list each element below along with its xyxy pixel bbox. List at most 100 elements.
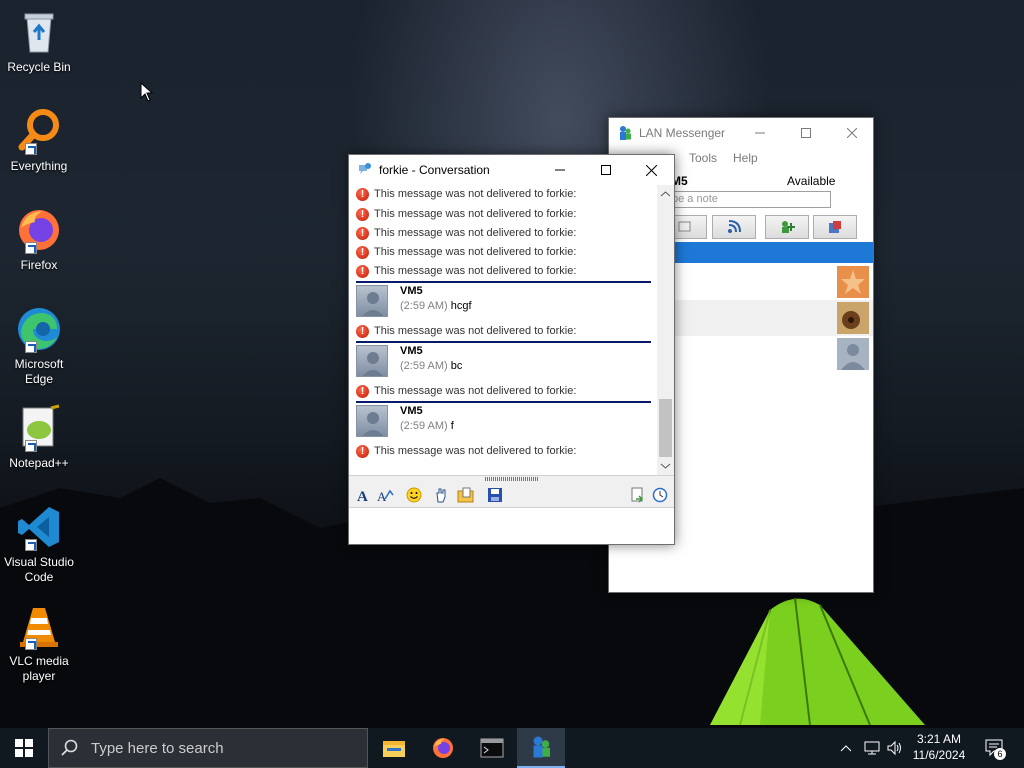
message-sender: VM5 bbox=[400, 285, 423, 297]
delivery-error-row: ! This message was not delivered to fork… bbox=[356, 205, 576, 223]
conversation-window[interactable]: forkie - Conversation ! This message was… bbox=[348, 154, 675, 545]
desktop-icon-notepadpp[interactable]: Notepad++ bbox=[2, 404, 76, 471]
broadcast-icon bbox=[728, 220, 741, 233]
send-file-button[interactable] bbox=[456, 486, 476, 504]
tent-image bbox=[710, 597, 925, 726]
clock-date: 11/6/2024 bbox=[912, 748, 966, 762]
scroll-up-icon[interactable] bbox=[657, 187, 674, 201]
message-block: VM5 (2:59 AM) hcgf bbox=[356, 283, 651, 325]
error-icon: ! bbox=[356, 324, 369, 338]
transfers-button[interactable] bbox=[627, 486, 647, 504]
delivery-error-text: This message was not delivered to forkie… bbox=[374, 246, 577, 258]
message-line: (2:59 AM) hcgf bbox=[400, 300, 472, 312]
taskbar-terminal[interactable] bbox=[468, 728, 516, 768]
close-button[interactable] bbox=[628, 155, 674, 185]
folder-icon bbox=[383, 741, 405, 757]
taskbar-file-explorer[interactable] bbox=[370, 728, 418, 768]
search-placeholder: Type here to search bbox=[91, 739, 224, 757]
lan-messenger-titlebar[interactable]: LAN Messenger bbox=[609, 118, 873, 148]
delivery-error-text: This message was not delivered to forkie… bbox=[374, 385, 577, 397]
desktop-icon-recycle-bin[interactable]: Recycle Bin bbox=[2, 8, 76, 75]
menu-help[interactable]: Help bbox=[733, 151, 758, 165]
svg-text:A: A bbox=[377, 489, 387, 503]
font-color-icon: A bbox=[377, 489, 394, 503]
desktop-icon-vlc[interactable]: VLC media player bbox=[2, 602, 76, 684]
maximize-icon bbox=[801, 128, 811, 138]
taskbar-search-box[interactable]: Type here to search bbox=[48, 728, 368, 768]
error-icon: ! bbox=[356, 444, 369, 458]
delivery-error-row: ! This message was not delivered to fork… bbox=[356, 382, 576, 400]
notification-center-button[interactable]: 6 bbox=[980, 728, 1010, 768]
tray-overflow-button[interactable] bbox=[836, 728, 856, 768]
maximize-button[interactable] bbox=[783, 118, 829, 148]
font-button[interactable]: A bbox=[353, 486, 373, 504]
font-icon: A bbox=[357, 489, 368, 503]
delivery-error-text: This message was not delivered to forkie… bbox=[374, 265, 577, 277]
message-scrollbar[interactable] bbox=[657, 185, 674, 475]
history-button[interactable] bbox=[650, 486, 670, 504]
close-icon bbox=[645, 164, 657, 176]
everything-search-icon bbox=[15, 107, 63, 155]
desktop-icon-everything[interactable]: Everything bbox=[2, 107, 76, 174]
search-icon bbox=[61, 739, 78, 756]
maximize-icon bbox=[601, 165, 611, 175]
emoticon-button[interactable] bbox=[404, 486, 424, 504]
desktop-icon-microsoft-edge[interactable]: Microsoft Edge bbox=[2, 305, 76, 387]
error-icon: ! bbox=[356, 245, 369, 259]
conversation-titlebar[interactable]: forkie - Conversation bbox=[349, 155, 674, 185]
avatar bbox=[837, 302, 869, 334]
message-text: bc bbox=[450, 360, 463, 372]
error-icon: ! bbox=[356, 187, 369, 201]
taskbar-lan-messenger[interactable] bbox=[517, 728, 565, 768]
message-time: (2:59 AM) bbox=[400, 360, 448, 372]
lan-note-input[interactable]: pe a note bbox=[667, 191, 831, 208]
message-time: (2:59 AM) bbox=[400, 300, 448, 312]
desktop-icon-label: Microsoft Edge bbox=[14, 357, 64, 386]
nudge-button[interactable] bbox=[431, 486, 451, 504]
desktop-icon-vscode[interactable]: Visual Studio Code bbox=[2, 503, 76, 585]
menu-tools[interactable]: Tools bbox=[689, 151, 717, 165]
close-button[interactable] bbox=[829, 118, 875, 148]
message-history[interactable]: ! This message was not delivered to fork… bbox=[349, 185, 674, 475]
minimize-button[interactable] bbox=[537, 155, 583, 185]
shortcut-arrow-icon bbox=[25, 440, 37, 452]
start-button[interactable] bbox=[0, 728, 48, 768]
edge-icon bbox=[15, 305, 63, 353]
svg-text:A: A bbox=[357, 489, 368, 503]
minimize-icon bbox=[555, 169, 565, 171]
shortcut-arrow-icon bbox=[25, 143, 37, 155]
maximize-button[interactable] bbox=[583, 155, 629, 185]
clock-time: 3:21 AM bbox=[916, 732, 962, 746]
document-arrow-icon bbox=[631, 487, 644, 503]
message-input[interactable] bbox=[349, 508, 674, 544]
avatar bbox=[837, 266, 869, 298]
splitter-grip[interactable] bbox=[485, 477, 539, 481]
avatar bbox=[356, 345, 388, 377]
font-color-button[interactable]: A bbox=[375, 486, 395, 504]
save-button[interactable] bbox=[485, 486, 505, 504]
desktop-icon-firefox[interactable]: Firefox bbox=[2, 206, 76, 273]
folder-file-icon bbox=[457, 487, 474, 503]
error-icon: ! bbox=[356, 226, 369, 240]
delivery-error-text: This message was not delivered to forkie… bbox=[374, 227, 577, 239]
notification-count-badge: 6 bbox=[994, 748, 1006, 760]
notepadpp-icon bbox=[15, 404, 63, 452]
taskbar-firefox[interactable] bbox=[419, 728, 467, 768]
tray-volume-button[interactable] bbox=[884, 728, 906, 768]
taskbar-clock[interactable]: 3:21 AM 11/6/2024 bbox=[904, 731, 974, 763]
scroll-thumb[interactable] bbox=[659, 399, 672, 457]
pane-splitter[interactable] bbox=[349, 475, 674, 482]
delivery-error-row: ! This message was not delivered to fork… bbox=[356, 243, 576, 261]
error-icon: ! bbox=[356, 384, 369, 398]
message-block: VM5 (2:59 AM) bc bbox=[356, 343, 651, 385]
minimize-button[interactable] bbox=[737, 118, 783, 148]
recycle-bin-icon bbox=[15, 8, 63, 56]
lan-toolbar-button-add-contact[interactable] bbox=[765, 215, 809, 239]
scroll-down-icon[interactable] bbox=[657, 459, 674, 473]
lan-toolbar-button-broadcast[interactable] bbox=[712, 215, 756, 239]
lan-toolbar-button-settings[interactable] bbox=[813, 215, 857, 239]
lan-status-selector[interactable]: Available bbox=[787, 174, 835, 188]
tray-network-button[interactable] bbox=[860, 728, 884, 768]
desktop-icon-label: Visual Studio Code bbox=[4, 555, 74, 584]
chat-icon bbox=[678, 221, 691, 232]
